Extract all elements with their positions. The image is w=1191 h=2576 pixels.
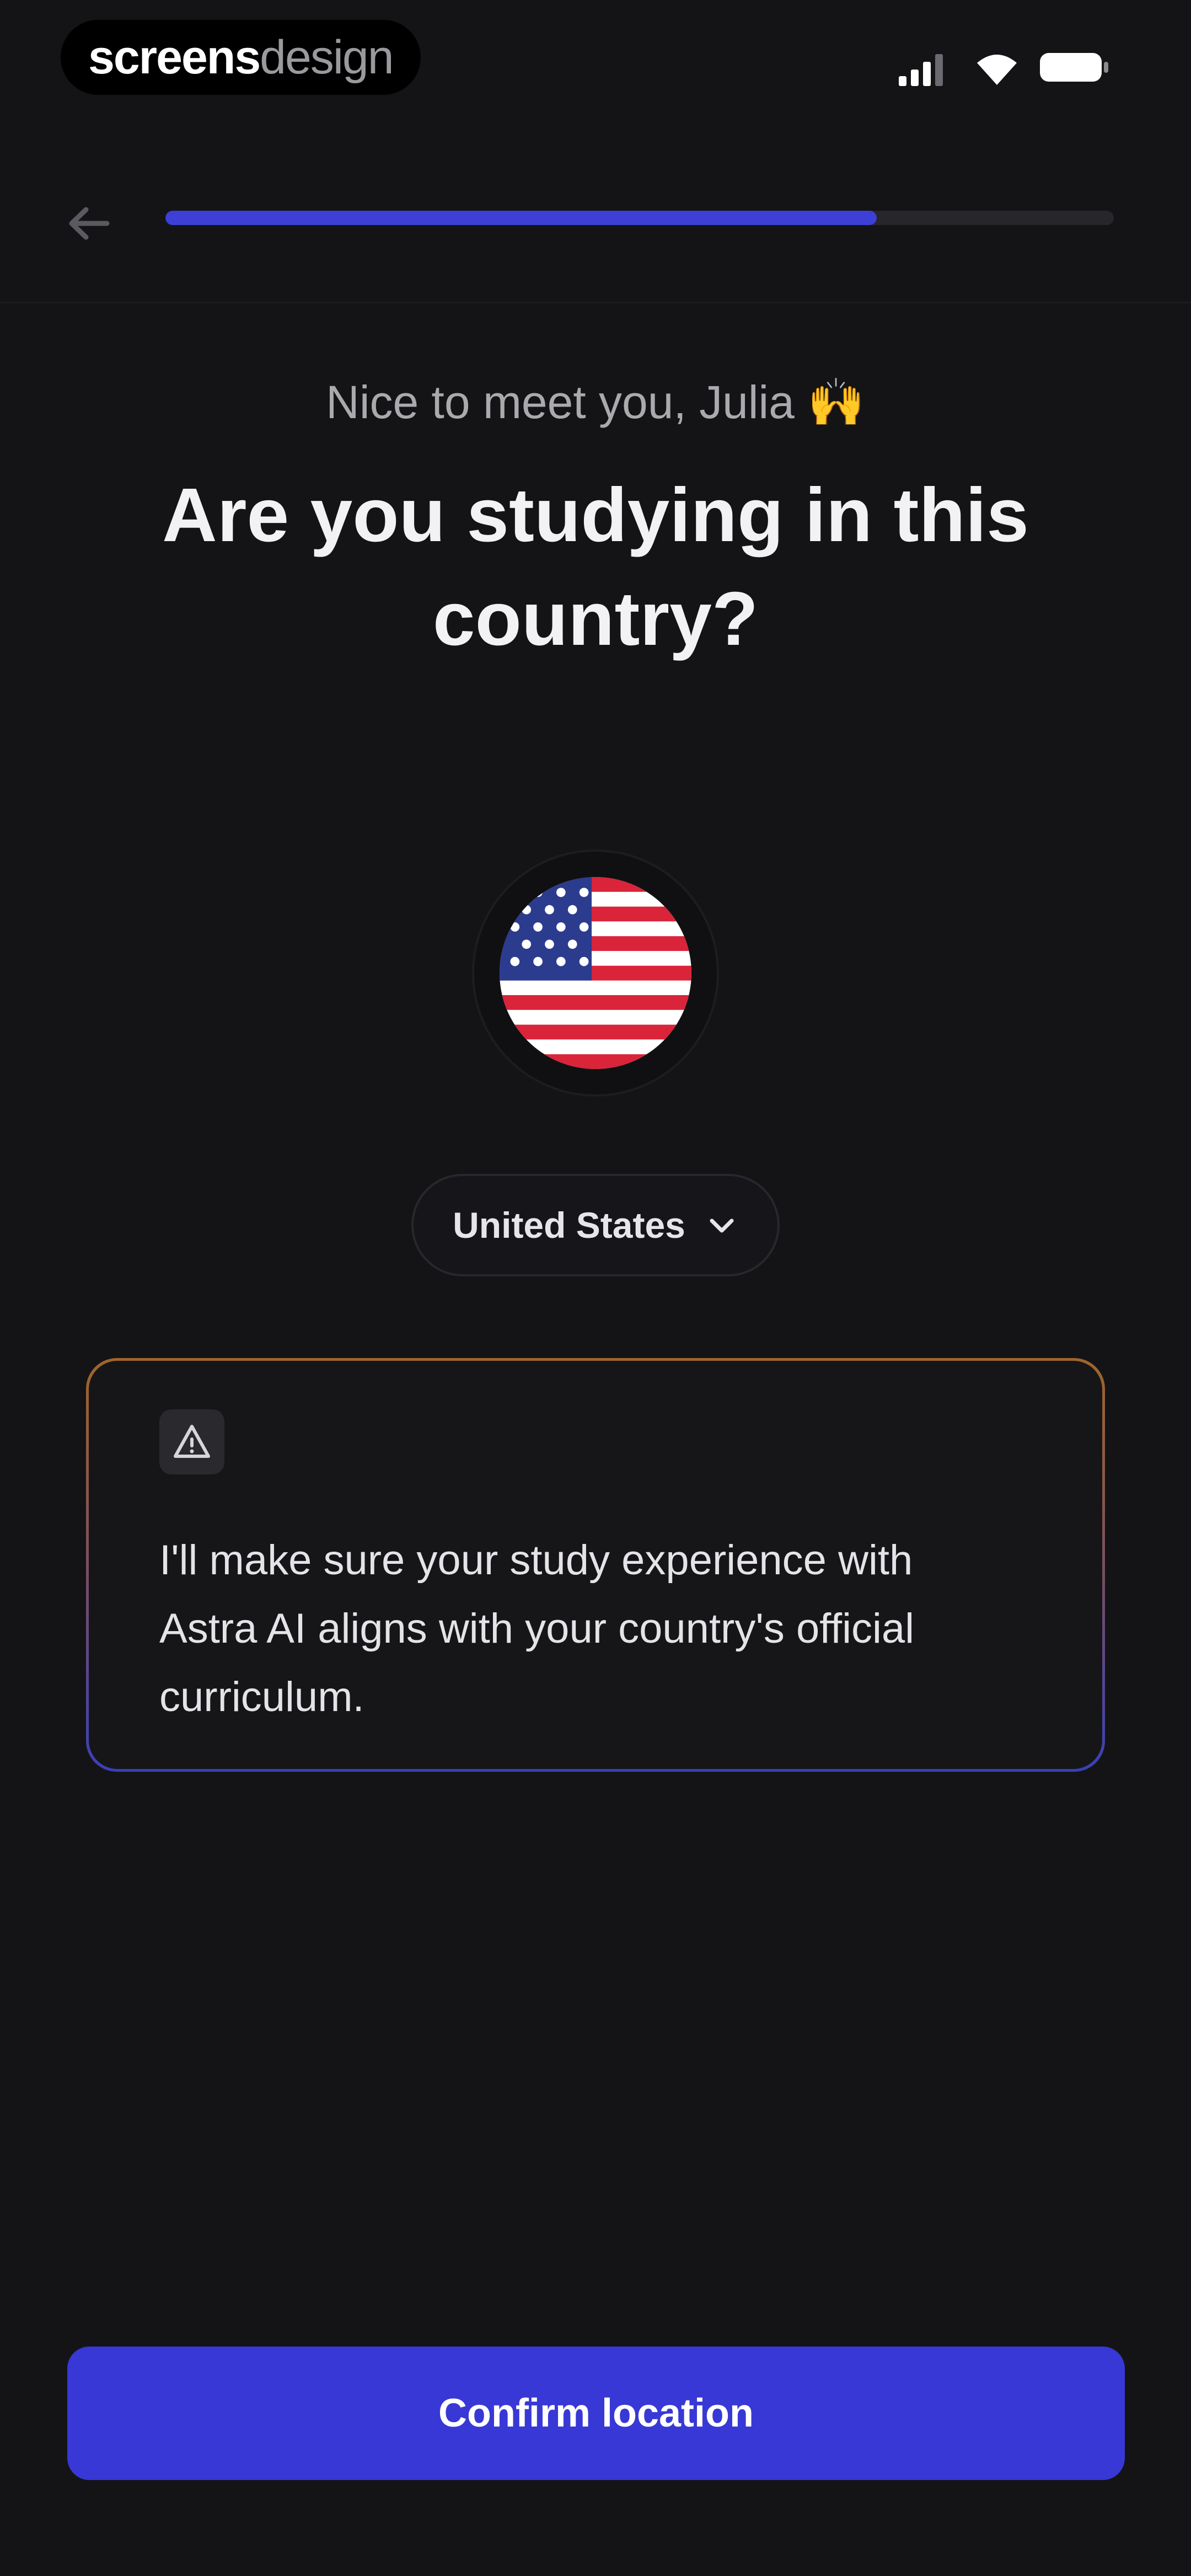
us-flag-icon bbox=[500, 877, 691, 1069]
battery-icon bbox=[1040, 53, 1108, 82]
info-card-body: I'll make sure your study experience wit… bbox=[89, 1361, 1102, 1769]
country-select-value: United States bbox=[453, 1205, 685, 1246]
progress-fill bbox=[165, 211, 877, 225]
watermark-light-text: design bbox=[260, 30, 394, 84]
screensdesign-watermark: screens design bbox=[61, 20, 421, 95]
watermark-bold-text: screens bbox=[88, 30, 261, 84]
chevron-down-icon bbox=[710, 1218, 734, 1233]
arrow-left-icon bbox=[69, 207, 110, 240]
info-card: I'll make sure your study experience wit… bbox=[86, 1358, 1105, 1772]
warning-icon bbox=[174, 1425, 210, 1458]
status-bar: screens design bbox=[0, 0, 1191, 110]
confirm-location-button[interactable]: Confirm location bbox=[67, 2347, 1125, 2480]
greeting-text: Nice to meet you, Julia 🙌 bbox=[326, 376, 865, 428]
signal-icon bbox=[899, 54, 943, 86]
country-flag bbox=[472, 849, 719, 1097]
onboarding-progress-bar bbox=[165, 211, 1114, 225]
wifi-icon bbox=[977, 55, 1017, 85]
back-button[interactable] bbox=[53, 188, 125, 259]
country-select[interactable]: United States bbox=[411, 1174, 780, 1276]
page-title: Are you studying in this country? bbox=[162, 473, 1029, 661]
warning-icon-container bbox=[159, 1409, 224, 1474]
info-card-text: I'll make sure your study experience wit… bbox=[159, 1537, 915, 1720]
top-nav bbox=[0, 138, 1191, 303]
